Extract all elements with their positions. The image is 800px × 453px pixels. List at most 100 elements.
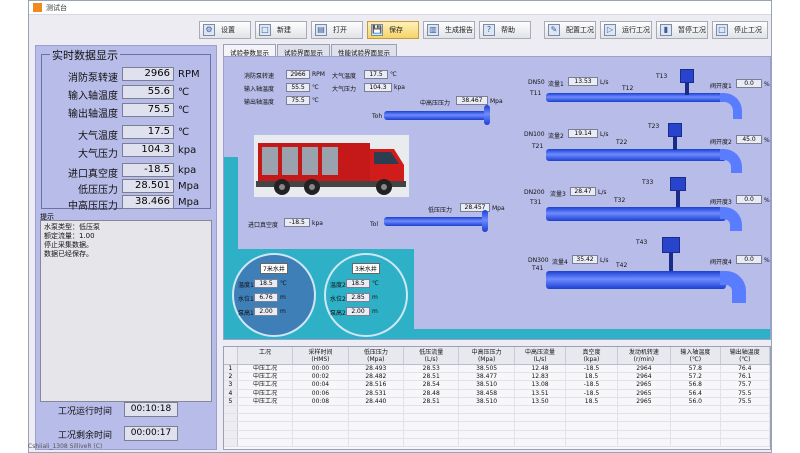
row-index: 4 — [224, 389, 238, 397]
table-cell: 76.1 — [721, 373, 770, 381]
table-cell: 28.51 — [404, 373, 460, 381]
table-cell — [671, 430, 721, 438]
table-cell: 中压工况 — [238, 381, 294, 389]
table-cell: 00:02 — [293, 373, 349, 381]
table-cell — [404, 430, 460, 438]
col-header[interactable]: 工况 — [238, 347, 294, 364]
window-title: 测试台 — [46, 3, 67, 12]
table-row[interactable] — [224, 422, 770, 431]
app-icon — [33, 3, 42, 12]
table-row[interactable]: 5 中压工况 00:08 28.440 28.51 38.510 13.50 18.5 2965… — [224, 397, 770, 406]
table-cell — [515, 430, 567, 438]
pipe-2-elbow — [720, 149, 742, 173]
row-index — [224, 422, 238, 430]
data-table: 工况 采样时间 (HMS) 低压压力 (Mpa) 低压流量 (L/s) 中高压压… — [223, 346, 771, 450]
pipe-3 — [546, 207, 726, 221]
pause-button[interactable]: ▮ 暂停工况 — [656, 21, 708, 39]
metric-row: 大气压力 104.3 kpa — [78, 143, 197, 160]
left-panel: 实时数据显示 消防泵转速 2966 RPM 输入轴温度 55.6 ℃ 输出轴温度 75.5… — [35, 45, 217, 450]
table-cell — [671, 414, 721, 422]
metric-row: 进口真空度 -18.5 kpa — [68, 163, 197, 180]
open-button[interactable]: ▤ 打开 — [311, 21, 363, 39]
table-cell — [459, 438, 515, 446]
table-cell — [515, 422, 567, 430]
table-row[interactable]: 4 中压工况 00:06 28.531 28.48 38.458 13.51 -18.5 296… — [224, 389, 770, 398]
col-header[interactable]: 输入轴温度 (℃) — [671, 347, 721, 364]
table-cell: 28.51 — [404, 397, 460, 405]
col-header[interactable]: 低压压力 (Mpa) — [349, 347, 405, 364]
table-cell: 12.48 — [515, 365, 567, 373]
table-cell — [238, 422, 294, 430]
valve-1-stem — [685, 83, 689, 95]
col-header[interactable]: 中高压压力 (Mpa) — [459, 347, 515, 364]
tol-pipe — [384, 217, 484, 226]
table-cell: 56.8 — [671, 381, 721, 389]
pipe-2 — [546, 149, 726, 161]
tab-bar: 试验参数显示 试验界面显示 性能试验界面显示 — [223, 44, 398, 57]
settings-button[interactable]: ⚙ 设置 — [199, 21, 251, 39]
tip-box[interactable]: 水泵类型：低压泵 额定流量：1.00 停止采集数据。 数据已经保存。 — [40, 220, 212, 402]
table-cell: 75.7 — [721, 381, 770, 389]
table-cell — [721, 405, 770, 414]
water-channel — [224, 157, 238, 249]
table-cell — [459, 430, 515, 438]
table-cell: 2965 — [618, 381, 672, 389]
table-cell: 57.2 — [671, 373, 721, 381]
new-file-icon: □ — [259, 24, 271, 36]
table-row[interactable] — [224, 430, 770, 439]
config-button[interactable]: ✎ 配置工况 — [544, 21, 596, 39]
tab-params[interactable]: 试验参数显示 — [223, 44, 276, 57]
table-cell: 13.50 — [515, 397, 567, 405]
metric-row: 输入轴温度 55.6 ℃ — [68, 85, 190, 102]
table-row[interactable]: 3 中压工况 00:04 28.516 28.54 38.510 13.08 -18.5 296… — [224, 381, 770, 390]
metric-row: 低压压力 28.501 Mpa — [78, 179, 200, 196]
save-icon: 💾 — [371, 24, 383, 36]
table-cell: 28.54 — [404, 381, 460, 389]
table-row[interactable]: 1 中压工况 00:00 28.493 28.53 38.505 12.48 -18.5 296… — [224, 365, 770, 374]
test-diagram: 消防泵转速 2966 RPM 输入轴温度 55.5 ℃ 输出轴温度 75.5 ℃… — [223, 56, 771, 340]
col-header[interactable]: 真空度 (kpa) — [566, 347, 618, 364]
report-button[interactable]: ▥ 生成报告 — [423, 21, 475, 39]
help-button[interactable]: ? 帮助 — [479, 21, 531, 39]
table-cell — [404, 422, 460, 430]
table-cell: 中压工况 — [238, 389, 294, 397]
row-index — [224, 414, 238, 422]
table-cell: 28.531 — [349, 389, 405, 397]
metric-row: 大气温度 17.5 ℃ — [78, 125, 190, 142]
col-header[interactable]: 发动机转速 (r/min) — [618, 347, 672, 364]
table-cell — [618, 438, 672, 446]
table-cell — [566, 430, 618, 438]
pipe-4 — [546, 271, 726, 289]
col-header[interactable]: 采样时间 (HMS) — [293, 347, 349, 364]
col-header[interactable]: 输出轴温度 (℃) — [721, 347, 770, 364]
water-tank-area: 7米水井 温度1 18.5 ℃ 水位1 6.76 m 泵高1 2.00 m 3米… — [224, 249, 414, 339]
table-cell — [293, 438, 349, 446]
table-cell: 13.51 — [515, 389, 567, 397]
metric-row: 输出轴温度 75.5 ℃ — [68, 103, 190, 120]
table-row[interactable]: 2 中压工况 00:02 28.482 28.51 38.477 12.83 18.5 2964… — [224, 373, 770, 382]
run-button[interactable]: ▷ 运行工况 — [600, 21, 652, 39]
table-row[interactable] — [224, 405, 770, 415]
row-index: 1 — [224, 365, 238, 373]
col-header[interactable]: 中高压流量 (L/s) — [515, 347, 567, 364]
table-cell — [459, 414, 515, 422]
stop-button[interactable]: □ 停止工况 — [712, 21, 768, 39]
table-cell — [721, 422, 770, 430]
table-row[interactable] — [224, 414, 770, 423]
col-header[interactable]: 低压流量 (L/s) — [404, 347, 460, 364]
table-cell — [671, 422, 721, 430]
table-cell — [618, 405, 672, 414]
save-button[interactable]: 💾 保存 — [367, 21, 419, 39]
row-index: 5 — [224, 397, 238, 405]
table-row[interactable] — [224, 438, 770, 447]
new-button[interactable]: □ 新建 — [255, 21, 307, 39]
tab-interface[interactable]: 试验界面显示 — [277, 44, 330, 57]
valve-3-actuator — [670, 177, 686, 191]
table-cell — [515, 414, 567, 422]
row-index: 2 — [224, 373, 238, 381]
pipe-1-elbow — [720, 93, 742, 119]
table-cell — [238, 414, 294, 422]
well-3m: 3米水井 温度2 18.5 ℃ 水位2 2.85 m 泵高2 2.00 m — [324, 253, 408, 337]
pipe-4-elbow — [720, 271, 746, 303]
tab-performance[interactable]: 性能试验界面显示 — [331, 44, 397, 57]
